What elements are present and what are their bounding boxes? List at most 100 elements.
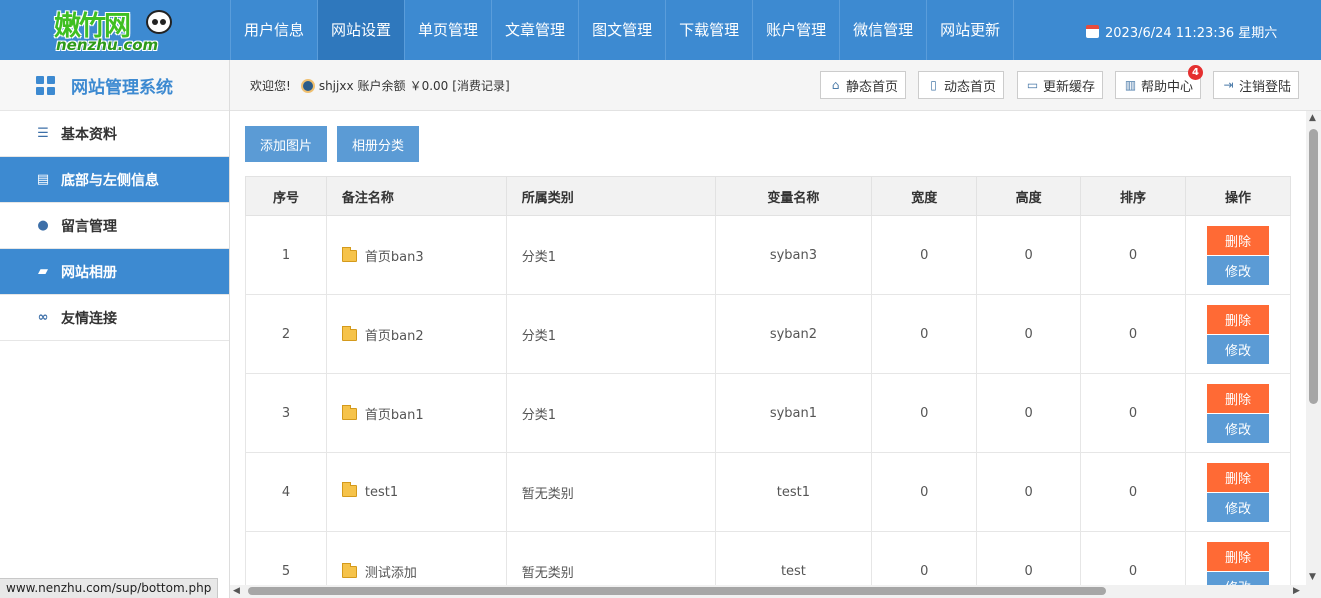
vertical-scroll-thumb[interactable] [1309,129,1318,404]
nav-item-image-text[interactable]: 图文管理 [578,0,665,60]
nav-item-accounts[interactable]: 账户管理 [752,0,839,60]
scroll-down-arrow-icon[interactable]: ▼ [1309,572,1316,582]
balance-label: 账户余额 [357,79,406,93]
delete-button[interactable]: 删除 [1206,304,1269,334]
dynamic-home-label: 动态首页 [944,79,997,95]
static-home-button[interactable]: ⌂ 静态首页 [820,71,907,99]
sidebar-item-basic-info[interactable]: ☰ 基本资料 [0,111,229,157]
cell-height: 0 [976,215,1082,295]
refresh-cache-label: 更新缓存 [1043,79,1096,95]
static-home-label: 静态首页 [846,79,899,95]
nav-item-wechat[interactable]: 微信管理 [839,0,926,60]
logo-en-text: nenzhu.com [56,36,159,54]
welcome-message: 欢迎您! shjjxx 账户余额 ￥0.00 [消费记录] [250,77,510,94]
scroll-left-arrow-icon[interactable]: ◀ [233,586,240,596]
cell-height: 0 [976,373,1082,453]
cell-category: 分类1 [505,373,716,453]
nav-item-articles[interactable]: 文章管理 [491,0,578,60]
main-nav: 用户信息 网站设置 单页管理 文章管理 图文管理 下载管理 账户管理 微信管理 … [230,0,1015,60]
cell-category: 分类1 [505,294,716,374]
nav-item-site-settings[interactable]: 网站设置 [317,0,405,60]
logout-label: 注销登陆 [1239,79,1292,95]
cell-height: 0 [976,452,1082,532]
cell-no: 4 [245,452,327,532]
cell-variable: test1 [714,452,873,532]
delete-button[interactable]: 删除 [1206,225,1269,255]
edit-button[interactable]: 修改 [1206,571,1269,585]
nav-item-downloads[interactable]: 下载管理 [665,0,752,60]
sidebar-item-label: 网站相册 [61,264,117,281]
cell-name-text: test1 [364,484,399,500]
sidebar-item-label: 基本资料 [61,126,117,143]
nav-item-site-update[interactable]: 网站更新 [926,0,1015,60]
folder-icon [341,325,357,341]
chat-icon: ● [37,218,49,233]
col-header-order: 排序 [1080,176,1186,216]
cell-variable: test [714,531,873,585]
cell-height: 0 [976,294,1082,374]
cell-no: 3 [245,373,327,453]
table-row: 2 首页ban2 分类1 syban2 0 0 0 删除 修改 [245,294,1292,374]
nav-item-single-page[interactable]: 单页管理 [404,0,491,60]
list-icon: ☰ [37,126,49,141]
sidebar-item-album[interactable]: ▰ 网站相册 [0,249,229,295]
monitor-icon: ▭ [1026,78,1039,92]
cell-name: 测试添加 [325,531,507,585]
sidebar-item-label: 友情连接 [61,310,117,327]
table-row: 4 test1 暂无类别 test1 0 0 0 删除 修改 [245,452,1292,532]
horizontal-scroll-thumb[interactable] [248,587,1106,595]
welcome-text: 欢迎您! [250,79,291,93]
cell-name: 首页ban2 [325,294,507,374]
edit-button[interactable]: 修改 [1206,255,1269,285]
cell-actions: 删除修改 [1184,215,1292,295]
refresh-cache-button[interactable]: ▭ 更新缓存 [1017,71,1104,99]
help-center-button[interactable]: ▥ 帮助中心 4 [1115,65,1204,99]
horizontal-scrollbar[interactable]: ◀ ▶ [230,585,1321,598]
album-category-button[interactable]: 相册分类 [337,126,420,162]
table-header-row: 序号 备注名称 所属类别 变量名称 宽度 高度 排序 操作 [245,176,1292,216]
cell-actions: 删除修改 [1184,294,1292,374]
file-icon: ▤ [36,172,50,187]
dynamic-home-button[interactable]: ▯ 动态首页 [918,71,1005,99]
delete-button[interactable]: 删除 [1206,383,1269,413]
status-bar-url: www.nenzhu.com/sup/bottom.php [0,578,219,598]
info-bar: 欢迎您! shjjxx 账户余额 ￥0.00 [消费记录] ⌂ 静态首页 ▯ 动… [230,60,1321,111]
panda-icon [146,10,172,34]
table-row: 3 首页ban1 分类1 syban1 0 0 0 删除 修改 [245,373,1292,453]
cell-name: 首页ban1 [325,373,507,453]
cell-order: 0 [1080,373,1186,453]
table-row: 5测试添加暂无类别test000删除修改 [245,531,1292,585]
table-row: 1 首页ban3 分类1 syban3 0 0 0 删除 修改 [245,215,1292,295]
logout-button[interactable]: ⇥ 注销登陆 [1213,71,1300,99]
sidebar-item-friend-links[interactable]: ∞ 友情连接 [0,295,229,341]
cell-variable: syban1 [714,373,873,453]
scroll-up-arrow-icon[interactable]: ▲ [1309,113,1316,123]
site-logo[interactable]: 嫩竹网 nenzhu.com [52,6,178,54]
cell-no: 1 [245,215,327,295]
vertical-scrollbar[interactable]: ▲ ▼ [1306,111,1321,585]
col-header-variable: 变量名称 [714,176,873,216]
edit-button[interactable]: 修改 [1206,334,1269,364]
cell-name-text: 测试添加 [364,565,417,581]
delete-button[interactable]: 删除 [1206,462,1269,492]
scroll-right-arrow-icon[interactable]: ▶ [1293,586,1300,596]
sidebar-item-messages[interactable]: ● 留言管理 [0,203,229,249]
edit-button[interactable]: 修改 [1206,413,1269,443]
consumption-records-link[interactable]: [消费记录] [452,77,509,94]
col-header-height: 高度 [976,176,1082,216]
notification-badge: 4 [1188,65,1204,80]
nav-item-user-info[interactable]: 用户信息 [230,0,317,60]
cell-name: 首页ban3 [325,215,507,295]
edit-button[interactable]: 修改 [1206,492,1269,522]
calendar-icon [1086,25,1099,38]
sidebar-item-footer-left-info[interactable]: ▤ 底部与左侧信息 [0,157,229,203]
sidebar-title: 网站管理系统 [0,60,229,111]
delete-button[interactable]: 删除 [1206,541,1269,571]
folder-icon [341,562,357,578]
album-table: 序号 备注名称 所属类别 变量名称 宽度 高度 排序 操作 1 首页ban3 分类1… [245,176,1292,585]
top-bar: 嫩竹网 nenzhu.com 用户信息 网站设置 单页管理 文章管理 图文管理 … [0,0,1321,60]
col-header-category: 所属类别 [505,176,716,216]
add-image-button[interactable]: 添加图片 [245,126,328,162]
sidebar-title-text: 网站管理系统 [71,77,173,98]
book-icon: ▥ [1124,78,1137,92]
